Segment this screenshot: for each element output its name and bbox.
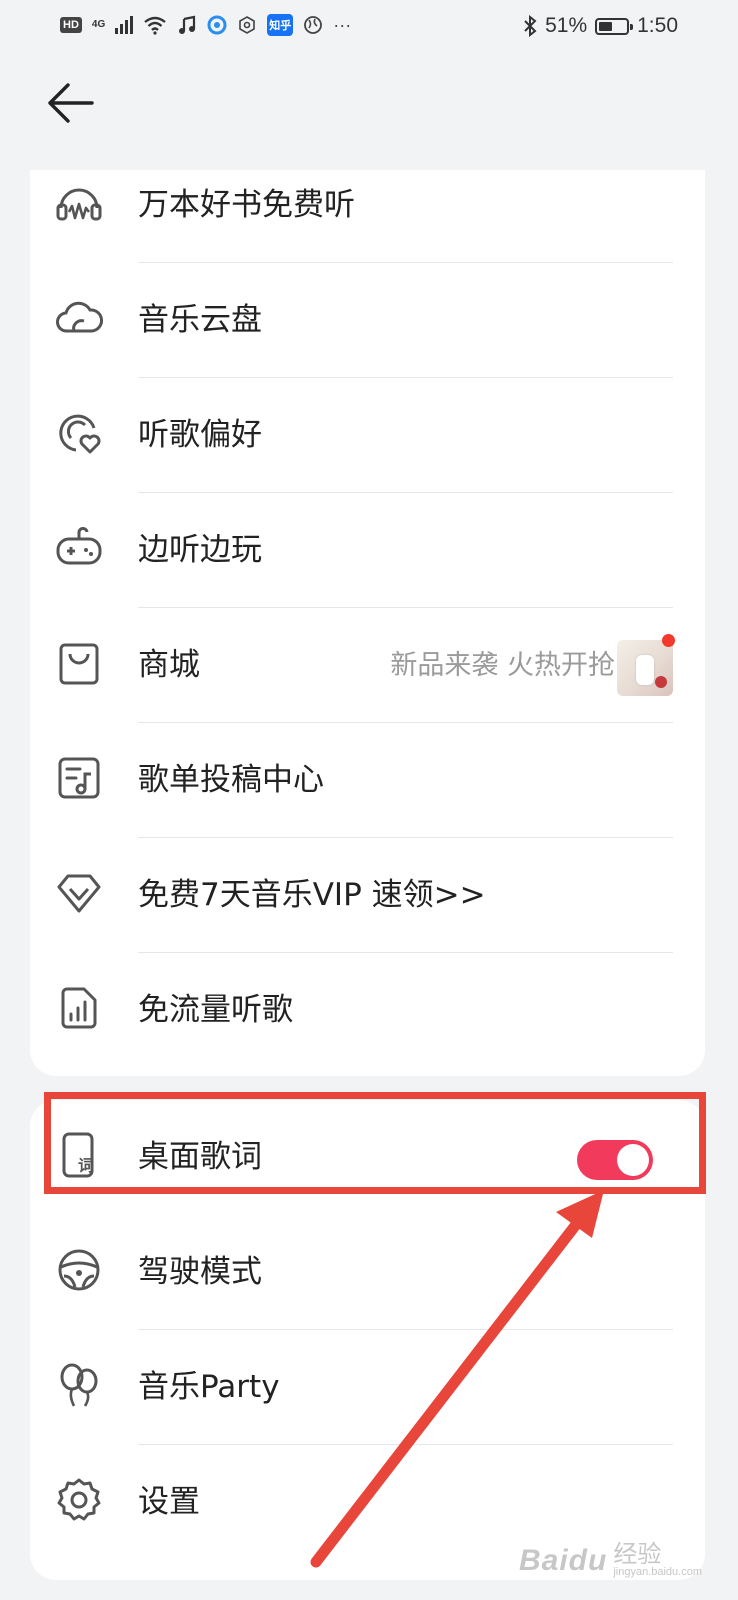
annotation-highlight-box xyxy=(44,1092,706,1194)
playlist-submit-icon xyxy=(54,753,104,803)
store-promo-text: 新品来袭 火热开抢 xyxy=(390,650,615,681)
menu-item-label: 驾驶模式 xyxy=(138,1254,262,1290)
back-arrow-icon xyxy=(48,83,94,123)
wifi-icon xyxy=(144,16,166,35)
menu-item-label: 商城 xyxy=(138,647,200,683)
globe-app-icon xyxy=(304,16,323,34)
menu-item-label: 设置 xyxy=(138,1484,200,1520)
audiobook-icon xyxy=(54,178,104,228)
browser-app-icon xyxy=(207,15,227,35)
back-button[interactable] xyxy=(46,80,96,126)
more-notifications-icon: ··· xyxy=(333,14,352,35)
bluetooth-icon xyxy=(524,15,537,37)
menu-card-services: 万本好书免费听 音乐云盘 听歌偏好 边听边玩 商城 新品来袭 火热开抢 歌单投稿… xyxy=(30,170,705,1076)
diamond-vip-icon xyxy=(54,868,104,918)
battery-percent: 51% xyxy=(545,14,588,37)
menu-item-free-vip[interactable]: 免费7天音乐VIP 速领>> xyxy=(30,838,705,953)
music-preference-icon xyxy=(54,408,104,458)
settings-gear-icon xyxy=(54,1475,104,1525)
menu-item-label: 歌单投稿中心 xyxy=(138,762,324,798)
watermark-brand: Baidu xyxy=(518,1543,608,1577)
menu-item-label: 边听边玩 xyxy=(138,532,262,568)
steering-wheel-icon xyxy=(54,1245,104,1295)
battery-level-fill xyxy=(599,21,613,31)
shopping-bag-icon xyxy=(54,638,104,688)
network-type: 4G xyxy=(91,19,106,30)
menu-item-music-party[interactable]: 音乐Party xyxy=(30,1330,705,1445)
balloon-icon xyxy=(54,1360,104,1410)
zhihu-app-icon: 知乎 xyxy=(267,14,294,36)
menu-item-playlist-submit[interactable]: 歌单投稿中心 xyxy=(30,723,705,838)
menu-item-label: 免费7天音乐VIP 速领>> xyxy=(138,877,486,913)
menu-item-music-preference[interactable]: 听歌偏好 xyxy=(30,378,705,493)
menu-item-label: 听歌偏好 xyxy=(138,417,262,453)
watermark-url: jingyan.baidu.com xyxy=(613,1566,702,1578)
signal-icon xyxy=(115,16,134,34)
menu-item-cloud-drive[interactable]: 音乐云盘 xyxy=(30,263,705,378)
clock: 1:50 xyxy=(637,14,678,37)
store-product-thumbnail[interactable] xyxy=(617,640,673,696)
music-note-icon xyxy=(179,15,196,34)
hd-indicator: HD xyxy=(60,17,82,33)
gamepad-icon xyxy=(54,523,104,573)
menu-item-driving-mode[interactable]: 驾驶模式 xyxy=(30,1215,705,1330)
watermark-sub: 经验 jingyan.baidu.com xyxy=(613,1543,702,1578)
product-bottle-graphic xyxy=(636,655,654,685)
menu-item-label: 音乐云盘 xyxy=(138,302,262,338)
status-bar: HD 4G 知乎 ··· 51% 1:50 xyxy=(0,0,738,56)
watermark-text: 经验 xyxy=(613,1541,662,1568)
sim-data-icon xyxy=(54,983,104,1033)
menu-item-data-free[interactable]: 免流量听歌 xyxy=(30,953,705,1068)
baidu-jingyan-watermark: Baidu 经验 jingyan.baidu.com xyxy=(519,1543,702,1578)
menu-item-label: 万本好书免费听 xyxy=(138,187,355,223)
menu-item-label: 免流量听歌 xyxy=(138,992,293,1028)
menu-item-audiobooks[interactable]: 万本好书免费听 xyxy=(30,170,705,263)
menu-item-play-games[interactable]: 边听边玩 xyxy=(30,493,705,608)
cloud-icon xyxy=(54,293,104,343)
battery-icon xyxy=(595,17,634,35)
hexagon-app-icon xyxy=(239,16,256,34)
menu-item-label: 音乐Party xyxy=(138,1369,280,1405)
notification-badge xyxy=(662,634,675,647)
product-accent-graphic xyxy=(655,676,667,688)
menu-item-store[interactable]: 商城 新品来袭 火热开抢 xyxy=(30,608,705,723)
